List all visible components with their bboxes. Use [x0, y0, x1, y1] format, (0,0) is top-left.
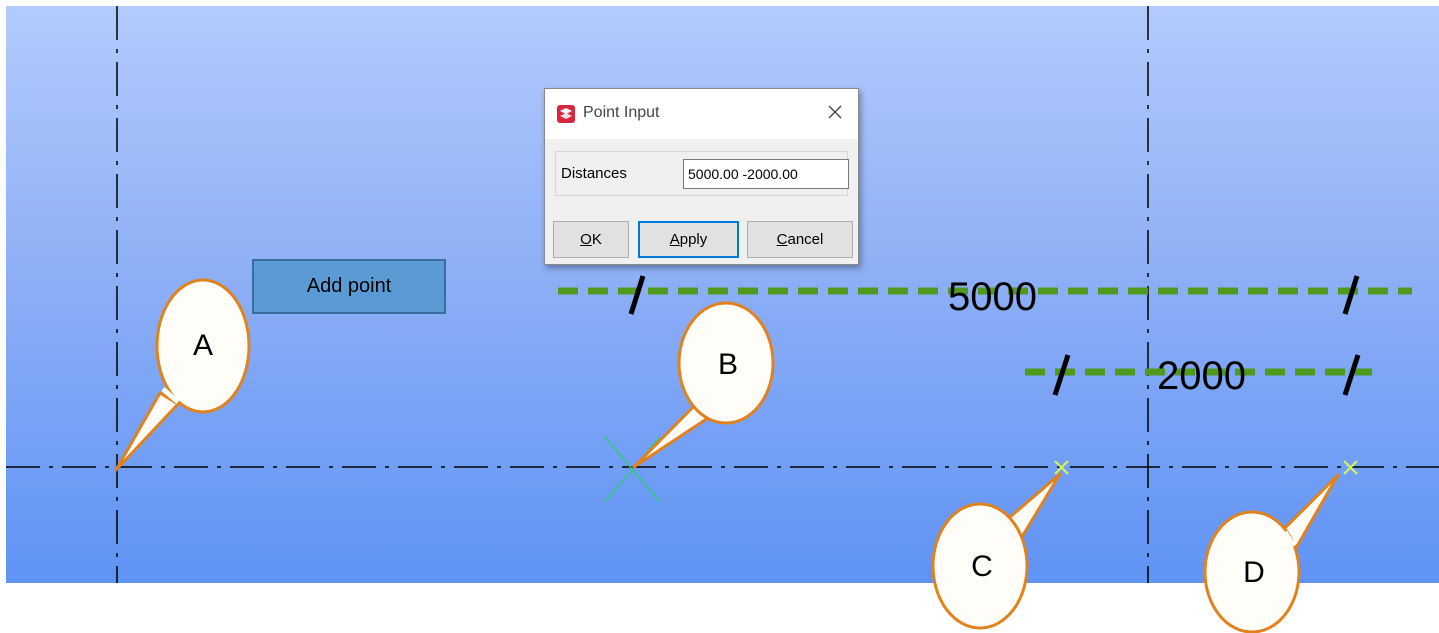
close-icon[interactable] — [822, 99, 848, 125]
ok-label-rest: K — [591, 231, 602, 248]
callout-label-a: A — [192, 329, 214, 362]
ok-button[interactable]: OK — [553, 221, 629, 258]
cancel-label-rest: ancel — [787, 231, 824, 248]
apply-mnemonic: A — [669, 231, 680, 248]
cancel-mnemonic: C — [776, 231, 788, 248]
callout-label-d: D — [1243, 556, 1265, 589]
dialog-titlebar[interactable]: Point Input — [545, 89, 858, 139]
apply-button[interactable]: Apply — [638, 221, 739, 258]
distances-input[interactable] — [683, 159, 849, 189]
apply-label-rest: pply — [679, 231, 708, 248]
cancel-button[interactable]: Cancel — [747, 221, 853, 258]
dimension-label-horizontal: 5000 — [948, 275, 1037, 319]
callout-label-c: C — [971, 550, 993, 583]
dialog-title: Point Input — [583, 104, 660, 121]
callout-label-b: B — [717, 348, 739, 381]
ok-mnemonic: O — [580, 231, 592, 248]
distances-group: Distances — [555, 151, 849, 196]
callout-a — [114, 278, 251, 472]
add-point-button[interactable]: Add point — [252, 259, 446, 314]
point-input-dialog: Point Input Distances OK Apply Cancel — [544, 88, 859, 265]
point-marker-c — [1054, 460, 1069, 475]
distances-label: Distances — [561, 165, 627, 182]
point-marker-b — [604, 436, 661, 503]
callout-d — [1203, 473, 1340, 633]
dimension-label-vertical: 2000 — [1157, 354, 1246, 398]
callout-c — [931, 472, 1062, 630]
app-logo-icon — [557, 105, 575, 123]
